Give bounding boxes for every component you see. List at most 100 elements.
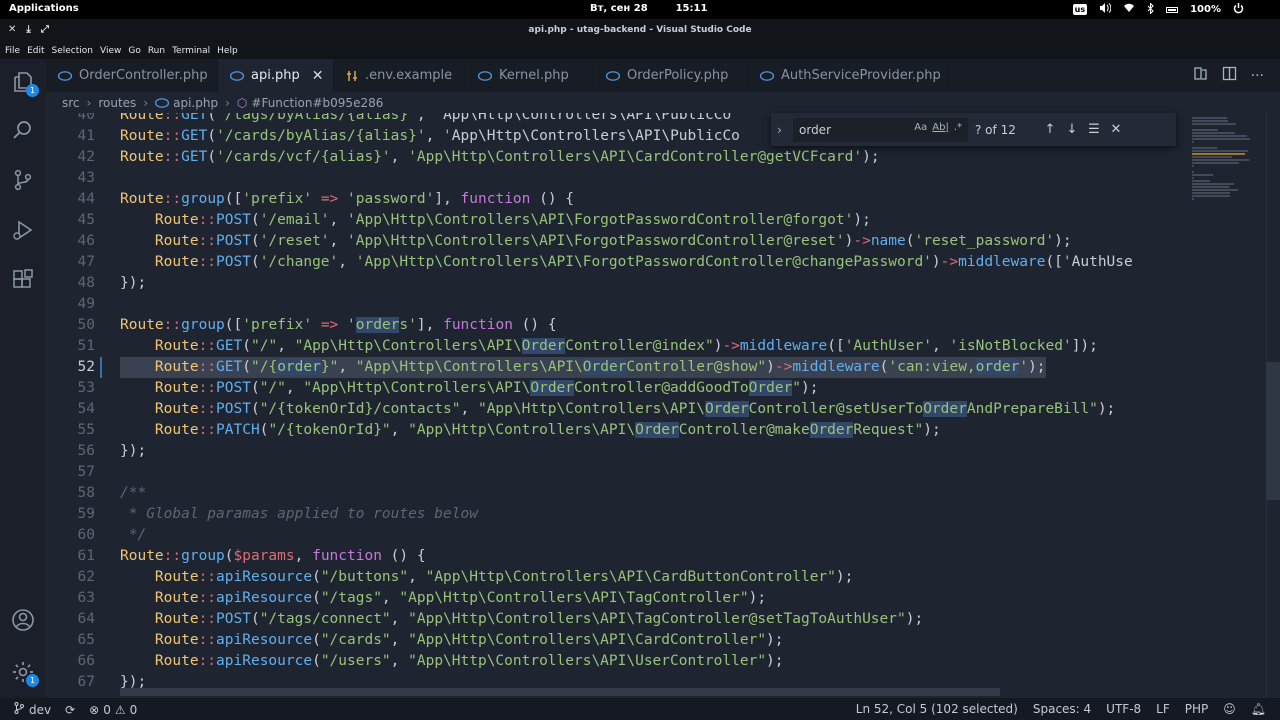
code-line[interactable]: 56}); xyxy=(46,441,1186,462)
menu-go[interactable]: Go xyxy=(128,46,140,56)
code-line[interactable]: 51 Route::GET("/", "App\Http\Controllers… xyxy=(46,336,1186,357)
language-mode[interactable]: PHP xyxy=(1185,702,1209,716)
extensions-icon[interactable] xyxy=(10,267,36,293)
horizontal-scrollbar-thumb[interactable] xyxy=(120,688,1000,696)
battery-icon[interactable] xyxy=(1166,6,1179,13)
code-line[interactable]: 47 Route::POST('/change', 'App\Http\Cont… xyxy=(46,252,1186,273)
sync-icon[interactable]: ⟳ xyxy=(65,703,75,717)
code-text[interactable]: Route::group(['prefix' => 'password'], f… xyxy=(120,189,574,210)
code-text[interactable]: Route::GET('/cards/byAlias/{alias}', 'Ap… xyxy=(120,126,740,147)
code-line[interactable]: 55 Route::PATCH("/{tokenOrId}", "App\Htt… xyxy=(46,420,1186,441)
breadcrumb-symbol[interactable]: #Function#b095e286 xyxy=(251,96,383,110)
code-text[interactable]: */ xyxy=(120,525,146,546)
tab-env-example[interactable]: .env.example xyxy=(334,59,466,92)
code-line[interactable]: 42 Route::GET('/cards/vcf/{alias}', 'App\… xyxy=(46,147,1186,168)
feedback-icon[interactable]: ☺ xyxy=(1223,702,1236,716)
search-icon[interactable] xyxy=(10,117,36,143)
code-text[interactable]: Route::PATCH("/{tokenOrId}", "App\Http\C… xyxy=(120,420,941,441)
code-line[interactable]: 45 Route::POST('/email', 'App\Http\Contr… xyxy=(46,210,1186,231)
end-of-line[interactable]: LF xyxy=(1156,702,1170,716)
code-line[interactable]: 43 xyxy=(46,168,1186,189)
keyboard-layout-indicator[interactable]: us xyxy=(1072,4,1088,15)
code-text[interactable]: Route::GET('/tags/byAlias/{alias}', 'App… xyxy=(120,113,731,126)
code-text[interactable]: }); xyxy=(120,441,146,462)
settings-gear-icon[interactable]: 1 xyxy=(10,659,39,687)
code-text[interactable]: Route::group(['prefix' => 'orders'], fun… xyxy=(120,315,557,336)
vertical-scrollbar-thumb[interactable] xyxy=(1266,362,1280,500)
code-line[interactable]: 57 xyxy=(46,462,1186,483)
wifi-icon[interactable] xyxy=(1123,3,1135,16)
next-match-icon[interactable]: ↓ xyxy=(1061,122,1083,137)
code-line[interactable]: 58 /** xyxy=(46,483,1186,504)
find-in-selection-icon[interactable]: ☰ xyxy=(1083,122,1105,137)
encoding[interactable]: UTF-8 xyxy=(1106,702,1141,716)
code-text[interactable]: Route::apiResource("/cards", "App\Http\C… xyxy=(120,630,784,651)
open-changes-icon[interactable] xyxy=(1193,66,1208,85)
cursor-position[interactable]: Ln 52, Col 5 (102 selected) xyxy=(856,702,1018,716)
minimap[interactable] xyxy=(1186,113,1266,698)
applications-label[interactable]: Applications xyxy=(9,3,79,14)
code-text[interactable]: Route::GET('/cards/vcf/{alias}', 'App\Ht… xyxy=(120,147,880,168)
code-text[interactable]: Route::group($params, function () { xyxy=(120,546,426,567)
code-line[interactable]: 53 Route::POST("/", "App\Http\Controller… xyxy=(46,378,1186,399)
code-text[interactable]: Route::GET("/", "App\Http\Controllers\AP… xyxy=(120,336,1098,357)
code-line[interactable]: 62 Route::apiResource("/buttons", "App\H… xyxy=(46,567,1186,588)
menu-run[interactable]: Run xyxy=(148,46,165,56)
code-line[interactable]: 61 Route::group($params, function () { xyxy=(46,546,1186,567)
more-actions-icon[interactable]: ··· xyxy=(1251,68,1264,84)
code-text[interactable]: Route::POST('/change', 'App\Http\Control… xyxy=(120,252,1133,273)
tab-ordercontroller[interactable]: OrderController.php xyxy=(46,59,218,92)
account-icon[interactable] xyxy=(10,607,36,633)
code-text[interactable]: Route::POST("/{tokenOrId}/contacts", "Ap… xyxy=(120,399,1115,420)
split-editor-icon[interactable] xyxy=(1222,66,1237,85)
code-line[interactable]: 54 Route::POST("/{tokenOrId}/contacts", … xyxy=(46,399,1186,420)
menu-selection[interactable]: Selection xyxy=(52,46,93,56)
code-line[interactable]: 49 xyxy=(46,294,1186,315)
code-line[interactable]: 52 Route::GET("/{order}", "App\Http\Cont… xyxy=(46,357,1186,378)
indentation[interactable]: Spaces: 4 xyxy=(1033,702,1091,716)
code-line[interactable]: 66 Route::apiResource("/users", "App\Htt… xyxy=(46,651,1186,672)
volume-icon[interactable] xyxy=(1099,3,1112,16)
tab-orderpolicy[interactable]: OrderPolicy.php xyxy=(594,59,748,92)
code-line[interactable]: 65 Route::apiResource("/cards", "App\Htt… xyxy=(46,630,1186,651)
code-text[interactable]: Route::apiResource("/buttons", "App\Http… xyxy=(120,567,853,588)
code-line[interactable]: 48}); xyxy=(46,273,1186,294)
explorer-icon[interactable]: 1 xyxy=(10,69,39,97)
code-text[interactable]: * Global paramas applied to routes below xyxy=(120,504,478,525)
match-whole-word-button[interactable]: Ab| xyxy=(932,122,949,133)
use-regex-button[interactable]: .* xyxy=(954,122,962,133)
previous-match-icon[interactable]: ↑ xyxy=(1039,122,1061,137)
system-tray[interactable]: us 100% xyxy=(1072,0,1280,19)
code-text[interactable]: Route::apiResource("/tags", "App\Http\Co… xyxy=(120,588,766,609)
find-input[interactable]: order Aa Ab| .* xyxy=(793,117,968,142)
tab-api-php[interactable]: api.php ✕ xyxy=(218,59,334,92)
close-tab-icon[interactable]: ✕ xyxy=(312,68,324,84)
applications-menu[interactable]: Applications xyxy=(9,3,79,14)
code-text[interactable]: Route::POST('/email', 'App\Http\Controll… xyxy=(120,210,871,231)
code-line[interactable]: 63 Route::apiResource("/tags", "App\Http… xyxy=(46,588,1186,609)
code-line[interactable]: 46 Route::POST('/reset', 'App\Http\Contr… xyxy=(46,231,1186,252)
code-text[interactable]: }); xyxy=(120,273,146,294)
code-line[interactable]: 44 Route::group(['prefix' => 'password'],… xyxy=(46,189,1186,210)
toggle-replace-icon[interactable]: › xyxy=(771,123,788,137)
match-case-button[interactable]: Aa xyxy=(914,122,927,133)
code-line[interactable]: 64 Route::POST("/tags/connect", "App\Htt… xyxy=(46,609,1186,630)
run-debug-icon[interactable] xyxy=(10,217,36,243)
power-icon[interactable] xyxy=(1233,2,1244,17)
code-text[interactable]: Route::POST('/reset', 'App\Http\Controll… xyxy=(120,231,1072,252)
breadcrumb-routes[interactable]: routes xyxy=(98,96,136,110)
code-text[interactable]: Route::GET("/{order}", "App\Http\Control… xyxy=(120,357,1046,378)
code-line[interactable]: 59 * Global paramas applied to routes be… xyxy=(46,504,1186,525)
code-text[interactable]: /** xyxy=(120,483,146,504)
breadcrumb-file[interactable]: api.php xyxy=(173,96,218,110)
bluetooth-icon[interactable] xyxy=(1147,1,1154,17)
code-line[interactable]: 50 Route::group(['prefix' => 'orders'], f… xyxy=(46,315,1186,336)
system-clock[interactable]: Вт, сен 28 15:11 xyxy=(590,3,707,14)
menu-terminal[interactable]: Terminal xyxy=(172,46,210,56)
menu-view[interactable]: View xyxy=(100,46,121,56)
code-line[interactable]: 60 */ xyxy=(46,525,1186,546)
tab-kernel[interactable]: Kernel.php xyxy=(466,59,594,92)
code-text[interactable]: Route::POST("/", "App\Http\Controllers\A… xyxy=(120,378,818,399)
find-query[interactable]: order xyxy=(799,123,831,137)
code-editor[interactable]: 40 Route::GET('/tags/byAlias/{alias}', 'A… xyxy=(46,113,1186,698)
